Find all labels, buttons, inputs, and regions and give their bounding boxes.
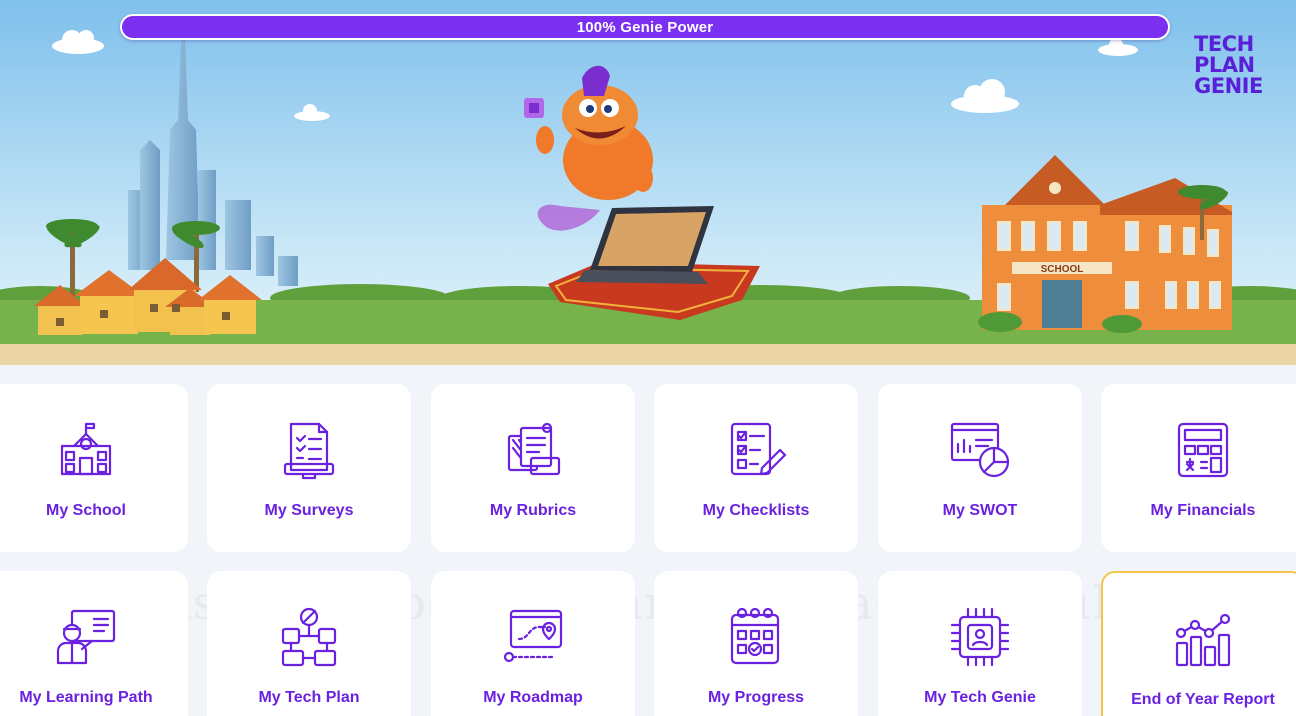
tile-label: My Financials bbox=[1150, 502, 1256, 519]
logo-line: TECH bbox=[1194, 32, 1254, 56]
tile-label: My Tech Genie bbox=[924, 689, 1036, 706]
tile-label: My Learning Path bbox=[19, 689, 153, 706]
tile-my-surveys[interactable]: My Surveys bbox=[207, 384, 411, 552]
tile-label: My Surveys bbox=[264, 502, 354, 519]
tile-my-financials[interactable]: My Financials bbox=[1101, 384, 1296, 552]
tile-my-tech-plan[interactable]: My Tech Plan bbox=[207, 571, 411, 716]
tile-label: My Roadmap bbox=[483, 689, 583, 706]
rubric-documents-icon bbox=[501, 418, 565, 482]
genie-power-fill: 100% Genie Power bbox=[122, 16, 1168, 38]
school-building-icon bbox=[54, 418, 118, 482]
hero-illustration: SCHOOL bbox=[0, 0, 1296, 365]
tile-my-checklists[interactable]: My Checklists bbox=[654, 384, 858, 552]
genie-power-label: 100% Genie Power bbox=[576, 18, 714, 36]
teacher-board-icon bbox=[54, 605, 118, 669]
logo-line: PLAN bbox=[1194, 53, 1255, 77]
checklist-pencil-icon bbox=[724, 418, 788, 482]
tile-end-of-year-report[interactable]: End of Year Report bbox=[1101, 571, 1296, 716]
tile-label: My Checklists bbox=[702, 502, 810, 519]
survey-clipboard-icon bbox=[277, 418, 341, 482]
calculator-icon bbox=[1171, 418, 1235, 482]
school-sign-text: SCHOOL bbox=[1041, 264, 1084, 275]
report-chart-icon bbox=[1171, 607, 1235, 671]
tile-my-roadmap[interactable]: My Roadmap bbox=[431, 571, 635, 716]
tile-label: My Progress bbox=[707, 689, 805, 706]
tile-label: My Rubrics bbox=[489, 502, 577, 519]
tile-my-school[interactable]: My School bbox=[0, 384, 188, 552]
calendar-progress-icon bbox=[724, 605, 788, 669]
roadmap-icon bbox=[501, 605, 565, 669]
tile-label: My School bbox=[45, 502, 126, 519]
tile-my-tech-genie[interactable]: My Tech Genie bbox=[878, 571, 1082, 716]
dashboard-page: SCHOOL 100% Genie Power TECH PLAN GENIE … bbox=[0, 0, 1296, 716]
flowchart-icon bbox=[277, 605, 341, 669]
tech-plan-genie-logo[interactable]: TECH PLAN GENIE bbox=[1194, 34, 1268, 97]
chip-genie-icon bbox=[948, 605, 1012, 669]
tile-label: End of Year Report bbox=[1131, 691, 1275, 708]
tile-my-swot[interactable]: My SWOT bbox=[878, 384, 1082, 552]
logo-line: GENIE bbox=[1194, 74, 1263, 98]
genie-power-progress: 100% Genie Power bbox=[120, 14, 1170, 40]
tile-my-progress[interactable]: My Progress bbox=[654, 571, 858, 716]
tile-my-rubrics[interactable]: My Rubrics bbox=[431, 384, 635, 552]
tile-my-learning-path[interactable]: My Learning Path bbox=[0, 571, 188, 716]
tile-label: My SWOT bbox=[942, 502, 1018, 519]
hero-banner: SCHOOL 100% Genie Power TECH PLAN GENIE bbox=[0, 0, 1296, 365]
swot-chart-icon bbox=[948, 418, 1012, 482]
tile-label: My Tech Plan bbox=[258, 689, 360, 706]
